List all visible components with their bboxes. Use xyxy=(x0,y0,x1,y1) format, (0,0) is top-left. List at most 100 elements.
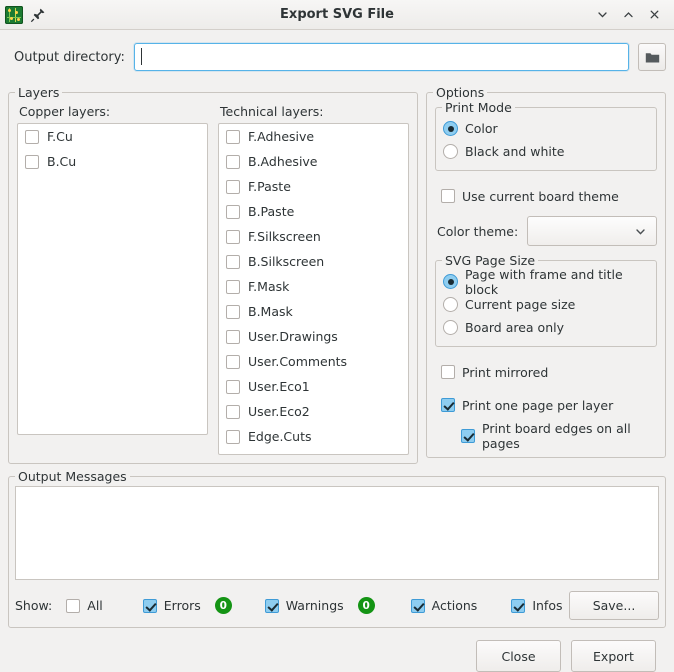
list-item[interactable]: B.Adhesive xyxy=(219,149,408,174)
list-item-label: F.Paste xyxy=(248,179,291,194)
print-mode-legend: Print Mode xyxy=(442,100,515,115)
radio-current-page-size[interactable] xyxy=(443,297,458,312)
options-group-legend: Options xyxy=(433,85,488,100)
radio-row-board-area-only[interactable]: Board area only xyxy=(443,316,649,339)
list-item-label: F.Mask xyxy=(248,279,290,294)
options-group: Options Print Mode Color Black and white… xyxy=(426,85,666,458)
layers-group: Layers Copper layers: F.Cu B.Cu Technica… xyxy=(8,85,418,464)
copper-layers-listbox[interactable]: F.Cu B.Cu xyxy=(17,123,208,435)
filter-all-label: All xyxy=(87,598,103,613)
checkbox-user-drawings[interactable] xyxy=(226,329,240,344)
list-item[interactable]: F.Silkscreen xyxy=(219,224,408,249)
output-directory-row: Output directory: xyxy=(8,43,666,71)
filter-warnings[interactable]: Warnings 0 xyxy=(264,597,375,614)
list-item[interactable]: F.Paste xyxy=(219,174,408,199)
checkbox-filter-errors[interactable] xyxy=(142,598,157,613)
maximize-button[interactable] xyxy=(617,4,639,26)
checkbox-row-use-board-theme[interactable]: Use current board theme xyxy=(435,183,657,209)
checkbox-b-mask[interactable] xyxy=(226,304,240,319)
print-mode-group: Print Mode Color Black and white xyxy=(435,100,657,171)
checkbox-use-current-board-theme[interactable] xyxy=(441,189,455,203)
list-item-label: B.Adhesive xyxy=(248,154,318,169)
list-item[interactable]: Edge.Cuts xyxy=(219,424,408,449)
list-item[interactable]: B.Silkscreen xyxy=(219,249,408,274)
checkbox-b-paste[interactable] xyxy=(226,204,240,219)
color-theme-select[interactable] xyxy=(527,216,657,246)
checkbox-print-mirrored[interactable] xyxy=(441,365,455,379)
checkbox-filter-warnings[interactable] xyxy=(264,598,279,613)
list-item[interactable]: F.Cu xyxy=(18,124,207,149)
list-item[interactable]: User.Comments xyxy=(219,349,408,374)
close-button[interactable] xyxy=(643,4,665,26)
show-label: Show: xyxy=(15,598,53,613)
checkbox-print-board-edges-on-all-pages[interactable] xyxy=(461,429,475,443)
radio-color[interactable] xyxy=(443,121,458,136)
panels-row: Layers Copper layers: F.Cu B.Cu Technica… xyxy=(8,83,666,464)
close-icon xyxy=(650,10,658,19)
filter-actions[interactable]: Actions xyxy=(410,598,478,613)
one-page-per-layer-label: Print one page per layer xyxy=(462,397,614,413)
checkbox-row-print-mirrored[interactable]: Print mirrored xyxy=(435,359,657,385)
radio-page-with-frame-and-title-block[interactable] xyxy=(443,274,458,289)
title-bar-left-icons xyxy=(0,5,46,24)
checkbox-b-cu[interactable] xyxy=(25,154,39,169)
text-caret xyxy=(140,48,142,65)
checkbox-f-mask[interactable] xyxy=(226,279,240,294)
message-filter-row: Show: All Errors 0 Warnings 0 Actions In… xyxy=(15,591,659,620)
checkbox-filter-all[interactable] xyxy=(66,598,81,613)
copper-layers-section: Copper layers: F.Cu B.Cu xyxy=(17,104,208,455)
save-button[interactable]: Save... xyxy=(569,591,659,620)
checkbox-f-paste[interactable] xyxy=(226,179,240,194)
dialog-content: Output directory: Layers Copper layers: xyxy=(0,43,674,672)
radio-black-and-white[interactable] xyxy=(443,144,458,159)
chevron-down-icon xyxy=(636,228,645,235)
list-item[interactable]: F.Adhesive xyxy=(219,124,408,149)
list-item[interactable]: B.Paste xyxy=(219,199,408,224)
checkbox-filter-actions[interactable] xyxy=(410,598,425,613)
list-item[interactable]: User.Eco1 xyxy=(219,374,408,399)
list-item-label: B.Paste xyxy=(248,204,295,219)
output-messages-textarea[interactable] xyxy=(15,486,659,580)
checkbox-filter-infos[interactable] xyxy=(511,598,526,613)
list-item-label: B.Cu xyxy=(47,154,77,169)
color-theme-row: Color theme: xyxy=(435,216,657,246)
folder-icon xyxy=(645,52,659,62)
technical-layers-section: Technical layers: F.Adhesive B.Adhesive xyxy=(218,104,409,455)
checkbox-row-one-page-per-layer[interactable]: Print one page per layer xyxy=(435,392,657,418)
copper-layers-label: Copper layers: xyxy=(19,104,111,119)
checkbox-user-eco1[interactable] xyxy=(226,379,240,394)
filter-actions-label: Actions xyxy=(431,598,478,613)
list-item[interactable]: User.Drawings xyxy=(219,324,408,349)
list-item[interactable]: F.Mask xyxy=(219,274,408,299)
errors-count-badge: 0 xyxy=(214,597,232,614)
radio-row-color[interactable]: Color xyxy=(443,117,649,140)
checkbox-print-one-page-per-layer[interactable] xyxy=(441,398,455,412)
list-item-label: F.Adhesive xyxy=(248,129,315,144)
checkbox-user-eco2[interactable] xyxy=(226,404,240,419)
export-button[interactable]: Export xyxy=(571,640,656,672)
list-item[interactable]: B.Mask xyxy=(219,299,408,324)
checkbox-f-adhesive[interactable] xyxy=(226,129,240,144)
filter-warnings-label: Warnings xyxy=(285,598,344,613)
checkbox-b-adhesive[interactable] xyxy=(226,154,240,169)
list-item[interactable]: B.Cu xyxy=(18,149,207,174)
output-directory-input[interactable] xyxy=(133,43,629,71)
browse-directory-button[interactable] xyxy=(638,43,666,71)
minimize-button[interactable] xyxy=(591,4,613,26)
checkbox-edge-cuts[interactable] xyxy=(226,429,240,444)
checkbox-user-comments[interactable] xyxy=(226,354,240,369)
checkbox-b-silkscreen[interactable] xyxy=(226,254,240,269)
radio-board-area-only[interactable] xyxy=(443,320,458,335)
radio-row-page-with-frame[interactable]: Page with frame and title block xyxy=(443,267,649,297)
radio-row-black-and-white[interactable]: Black and white xyxy=(443,140,649,163)
filter-errors[interactable]: Errors 0 xyxy=(142,597,232,614)
checkbox-f-cu[interactable] xyxy=(25,129,39,144)
filter-infos[interactable]: Infos xyxy=(511,598,563,613)
checkbox-f-silkscreen[interactable] xyxy=(226,229,240,244)
filter-all[interactable]: All xyxy=(66,598,103,613)
pin-icon[interactable] xyxy=(30,7,46,23)
list-item[interactable]: User.Eco2 xyxy=(219,399,408,424)
technical-layers-listbox[interactable]: F.Adhesive B.Adhesive F.Paste B.Paste F.… xyxy=(218,123,409,455)
close-button-footer[interactable]: Close xyxy=(476,640,561,672)
checkbox-row-board-edges-all-pages[interactable]: Print board edges on all pages xyxy=(435,421,657,451)
